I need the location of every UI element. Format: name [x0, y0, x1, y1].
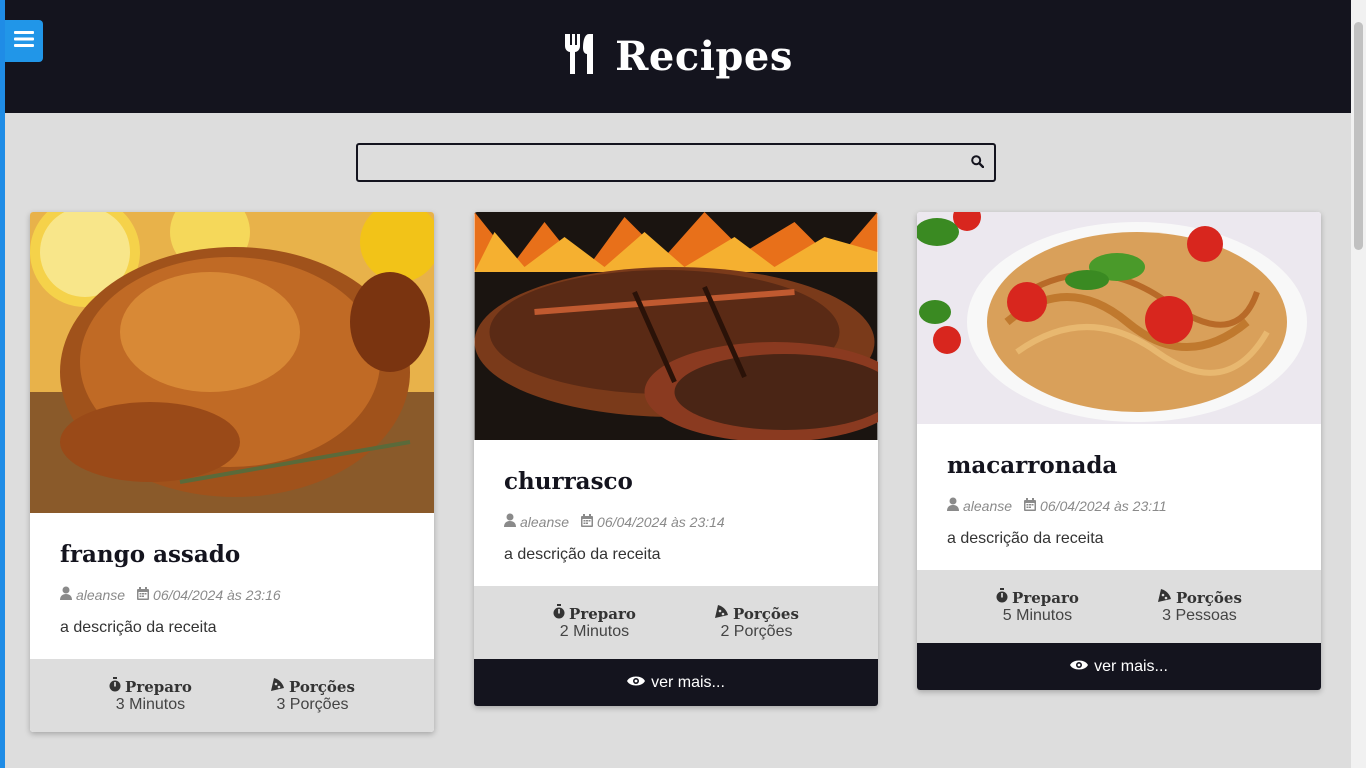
portions: Porções 3 Pessoas	[1157, 588, 1242, 625]
recipe-date: 06/04/2024 às 23:14	[597, 513, 725, 530]
page-header: Recipes	[5, 0, 1351, 113]
stopwatch-icon	[553, 604, 565, 623]
recipe-title[interactable]: frango assado	[60, 541, 404, 568]
recipe-card[interactable]: frango assado aleanse 06/04/2024 às 23:1…	[30, 212, 434, 732]
recipe-stats: Preparo 5 Minutos Porções 3 Pessoas	[917, 570, 1321, 643]
prep-value: 5 Minutos	[1002, 607, 1073, 624]
recipe-date: 06/04/2024 às 23:11	[1040, 497, 1167, 514]
portions-value: 3 Pessoas	[1162, 607, 1237, 624]
prep-time: Preparo 2 Minutos	[553, 604, 636, 641]
view-more-button[interactable]: ver mais...	[474, 659, 878, 706]
author-info: aleanse	[504, 513, 569, 530]
recipe-meta: aleanse 06/04/2024 às 23:11	[947, 497, 1291, 514]
author-info: aleanse	[947, 497, 1012, 514]
prep-label: Preparo	[569, 604, 636, 623]
author-name: aleanse	[76, 586, 126, 603]
view-more-label: ver mais...	[651, 673, 725, 691]
recipe-description: a descrição da receita	[504, 546, 661, 563]
author-name: aleanse	[520, 513, 570, 530]
pizza-slice-icon	[1157, 588, 1172, 607]
portions-value: 2 Porções	[720, 623, 793, 640]
recipe-title[interactable]: macarronada	[947, 452, 1291, 479]
user-icon	[504, 513, 516, 530]
page-title: Recipes	[615, 33, 793, 80]
date-info: 06/04/2024 às 23:11	[1024, 497, 1167, 514]
recipe-image-roast-chicken	[30, 212, 434, 513]
portions-label: Porções	[733, 604, 799, 623]
utensils-icon	[563, 34, 597, 79]
user-icon	[60, 586, 72, 603]
prep-value: 3 Minutos	[115, 696, 186, 713]
recipe-description: a descrição da receita	[947, 530, 1104, 547]
eye-icon	[627, 674, 646, 692]
pizza-slice-icon	[714, 604, 729, 623]
recipe-title[interactable]: churrasco	[504, 468, 848, 495]
prep-time: Preparo 5 Minutos	[996, 588, 1079, 625]
view-more-label: ver mais...	[1094, 657, 1168, 675]
pizza-slice-icon	[270, 677, 285, 696]
date-info: 06/04/2024 às 23:14	[581, 513, 725, 530]
view-more-button[interactable]: ver mais...	[917, 643, 1321, 690]
vertical-scrollbar[interactable]	[1351, 0, 1366, 768]
date-info: 06/04/2024 às 23:16	[137, 586, 281, 603]
menu-button[interactable]	[5, 20, 43, 62]
eye-icon	[1070, 658, 1089, 676]
user-icon	[947, 497, 959, 514]
hamburger-icon	[14, 30, 34, 52]
search-bar	[356, 143, 996, 182]
calendar-icon	[1024, 497, 1037, 514]
prep-time: Preparo 3 Minutos	[109, 677, 192, 714]
recipe-meta: aleanse 06/04/2024 às 23:16	[60, 586, 404, 603]
scrollbar-thumb[interactable]	[1354, 22, 1363, 250]
prep-label: Preparo	[1012, 588, 1079, 607]
portions-value: 3 Porções	[276, 696, 349, 713]
author-name: aleanse	[963, 497, 1013, 514]
calendar-icon	[581, 513, 594, 530]
recipe-card[interactable]: macarronada aleanse 06/04/2024 às 23:11 …	[917, 212, 1321, 690]
prep-value: 2 Minutos	[559, 623, 630, 640]
recipe-image-barbecue	[474, 212, 878, 440]
recipe-meta: aleanse 06/04/2024 às 23:14	[504, 513, 848, 530]
brand: Recipes	[563, 33, 793, 80]
left-accent-strip	[0, 0, 5, 768]
search-input[interactable]	[358, 145, 968, 178]
portions: Porções 3 Porções	[270, 677, 355, 714]
recipe-stats: Preparo 2 Minutos Porções 2 Porções	[474, 586, 878, 659]
recipe-stats: Preparo 3 Minutos Porções 3 Porções	[30, 659, 434, 732]
portions-label: Porções	[1176, 588, 1242, 607]
calendar-icon	[137, 586, 150, 603]
recipe-card[interactable]: churrasco aleanse 06/04/2024 às 23:14 a …	[474, 212, 878, 706]
portions: Porções 2 Porções	[714, 604, 799, 641]
recipe-image-pasta	[917, 212, 1321, 424]
prep-label: Preparo	[125, 677, 192, 696]
stopwatch-icon	[996, 588, 1008, 607]
author-info: aleanse	[60, 586, 125, 603]
card-body: macarronada aleanse 06/04/2024 às 23:11 …	[917, 424, 1321, 570]
recipe-description: a descrição da receita	[60, 619, 217, 636]
recipe-date: 06/04/2024 às 23:16	[153, 586, 281, 603]
card-body: churrasco aleanse 06/04/2024 às 23:14 a …	[474, 440, 878, 586]
portions-label: Porções	[289, 677, 355, 696]
stopwatch-icon	[109, 677, 121, 696]
search-icon[interactable]	[971, 155, 985, 173]
card-body: frango assado aleanse 06/04/2024 às 23:1…	[30, 513, 434, 659]
